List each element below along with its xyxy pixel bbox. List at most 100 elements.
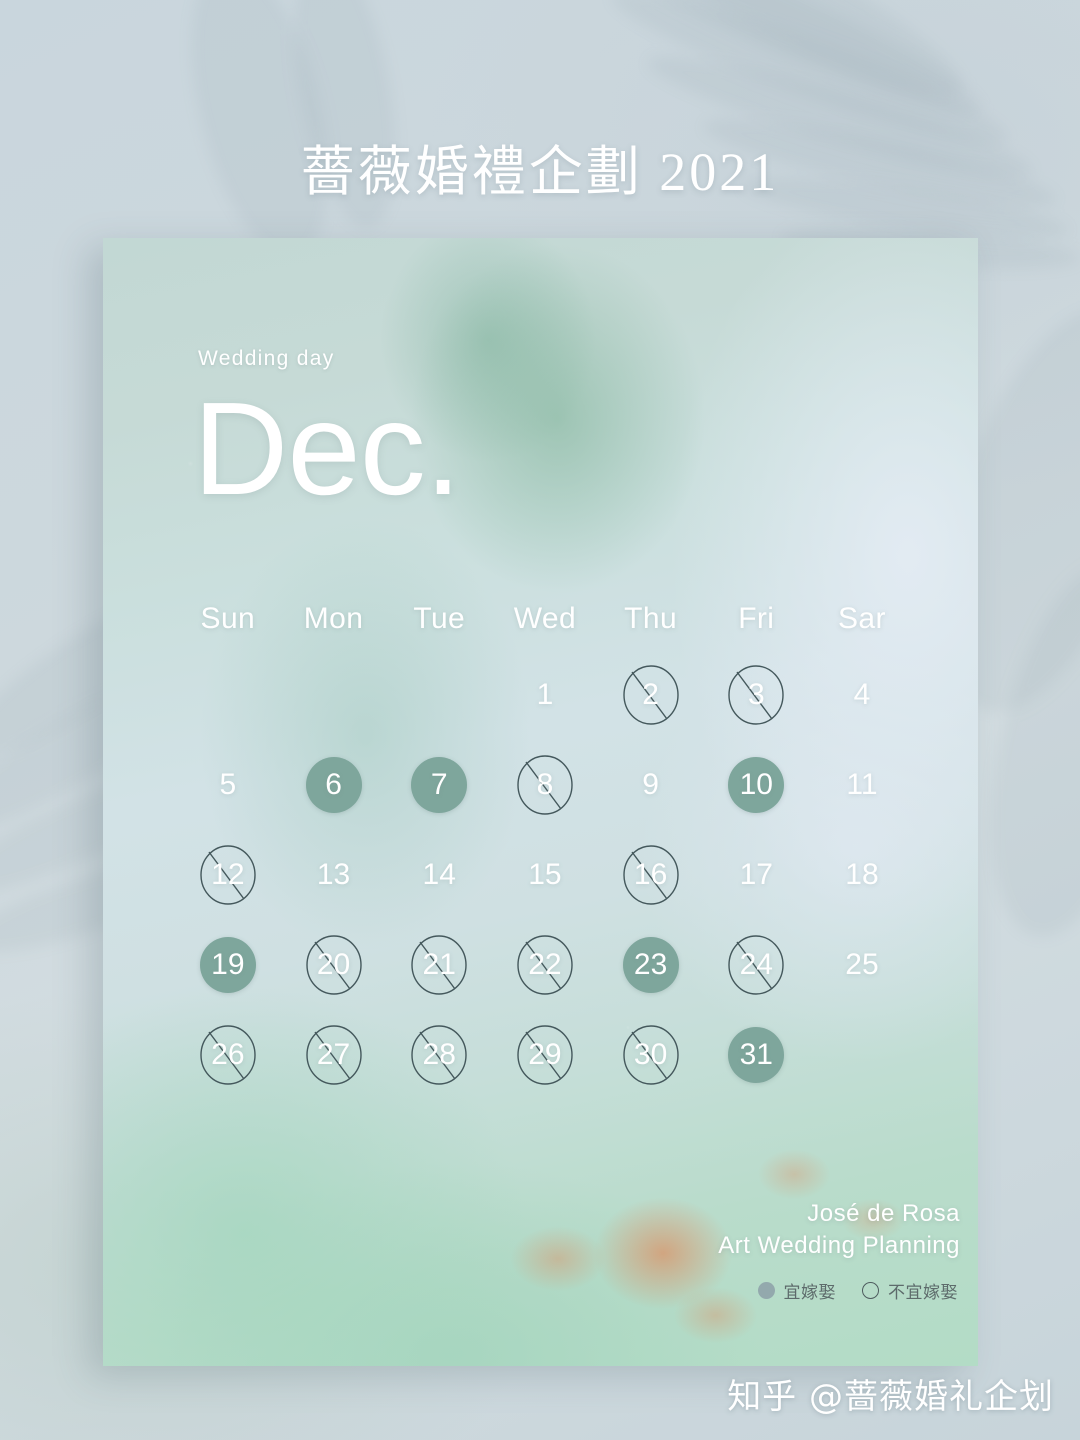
- weekday-label: Sar: [838, 602, 886, 635]
- calendar-day-inauspicious[interactable]: 26: [200, 1025, 256, 1085]
- calendar-day[interactable]: 25: [834, 937, 890, 993]
- calendar-week-row: 19 20 21 22 23 24 25: [175, 920, 915, 1010]
- calendar-day-inauspicious[interactable]: 8: [517, 755, 573, 815]
- calendar-cell: 17: [703, 830, 809, 920]
- calendar-day-inauspicious[interactable]: 22: [517, 935, 573, 995]
- calendar-day-number: 21: [422, 948, 456, 981]
- calendar-day[interactable]: 13: [306, 847, 362, 903]
- calendar-cell: 6: [281, 740, 387, 830]
- calendar-cell: 2: [598, 650, 704, 740]
- legend-item-auspicious: 宜嫁娶: [757, 1278, 837, 1303]
- legend: 宜嫁娶 不宜嫁娶: [757, 1278, 959, 1303]
- calendar-day[interactable]: 17: [728, 847, 784, 903]
- filled-circle-icon: [757, 1282, 775, 1299]
- calendar-date-rows: 1 2 3 4 5 6 7 8 9 10 11 12 13 14 15 16 17 18 19 20 21 22 23 24 2…: [175, 650, 915, 1100]
- calendar-day-inauspicious[interactable]: 24: [728, 935, 784, 995]
- calendar-day-inauspicious[interactable]: 21: [411, 935, 467, 995]
- calendar-cell: 24: [703, 920, 809, 1010]
- calendar-cell: 20: [281, 920, 387, 1010]
- calendar-day-inauspicious[interactable]: 29: [517, 1025, 573, 1085]
- weekday-cell-tue: Tue: [386, 588, 492, 650]
- calendar-cell: [809, 1010, 915, 1100]
- calendar-day-inauspicious[interactable]: 28: [411, 1025, 467, 1085]
- calendar-day[interactable]: 15: [517, 847, 573, 903]
- calendar-day-number: 12: [211, 858, 245, 891]
- weekday-label: Fri: [738, 602, 775, 635]
- calendar-cell: 13: [281, 830, 387, 920]
- weekday-label: Wed: [513, 602, 577, 635]
- calendar-cell: 18: [809, 830, 915, 920]
- calendar-day-number: 7: [430, 768, 448, 801]
- calendar-day-inauspicious[interactable]: 16: [622, 845, 679, 905]
- calendar-cell: 5: [175, 740, 281, 830]
- calendar-day-inauspicious[interactable]: 20: [305, 935, 362, 995]
- calendar-cell: 11: [809, 740, 915, 830]
- calendar-day-auspicious[interactable]: 31: [728, 1027, 785, 1083]
- signature-line-1: José de Rosa: [807, 1200, 960, 1227]
- calendar-day-auspicious[interactable]: 23: [622, 937, 679, 993]
- calendar-day-auspicious[interactable]: 19: [199, 937, 256, 993]
- calendar-day-auspicious[interactable]: 10: [728, 757, 785, 813]
- calendar-day-inauspicious[interactable]: 27: [305, 1025, 362, 1085]
- calendar-day-number: 16: [633, 858, 668, 891]
- calendar-cell: 27: [281, 1010, 387, 1100]
- calendar-cell: [386, 650, 492, 740]
- weekday-label: Thu: [624, 602, 678, 635]
- calendar-cell: 28: [386, 1010, 492, 1100]
- calendar-day-auspicious[interactable]: 7: [411, 757, 468, 813]
- calendar-day[interactable]: 9: [623, 757, 679, 813]
- calendar-day-number: 14: [422, 858, 456, 891]
- calendar-day-number: 30: [633, 1038, 668, 1071]
- legend-label-auspicious: 宜嫁娶: [783, 1283, 836, 1302]
- calendar-day-number: 11: [846, 768, 878, 801]
- calendar-day-number: 19: [211, 948, 245, 981]
- calendar-day-inauspicious[interactable]: 12: [200, 845, 256, 905]
- calendar-day-number: 27: [316, 1038, 351, 1071]
- calendar-day[interactable]: 11: [834, 757, 890, 813]
- calendar-day-number: 13: [316, 858, 351, 891]
- calendar-cell: 4: [809, 650, 915, 740]
- calendar-day[interactable]: 14: [411, 847, 467, 903]
- calendar-day-number: 8: [536, 768, 554, 801]
- calendar-day-inauspicious[interactable]: 3: [728, 665, 784, 725]
- calendar-week-row: 1 2 3 4: [175, 650, 915, 740]
- calendar-day[interactable]: 4: [834, 667, 890, 723]
- calendar-day-number: 20: [316, 948, 351, 981]
- calendar-day[interactable]: 18: [834, 847, 890, 903]
- calendar-cell: [175, 650, 281, 740]
- calendar-day-inauspicious[interactable]: 2: [622, 665, 679, 725]
- calendar-cell: 25: [809, 920, 915, 1010]
- calendar-cell: 30: [598, 1010, 704, 1100]
- calendar-cell: 15: [492, 830, 598, 920]
- calendar-cell: 1: [492, 650, 598, 740]
- calendar-cell: 10: [703, 740, 809, 830]
- weekday-label: Mon: [303, 602, 364, 635]
- calendar-day-inauspicious[interactable]: 30: [622, 1025, 679, 1085]
- weekday-cell-sun: Sun: [175, 588, 281, 650]
- calendar-day-number: 29: [528, 1038, 562, 1071]
- calendar-day-number: 5: [219, 768, 237, 801]
- weekday-cell-sat: Sar: [809, 588, 915, 650]
- calendar-day-auspicious[interactable]: 6: [305, 757, 362, 813]
- calendar-day-number: 6: [325, 768, 342, 801]
- calendar-cell: 23: [598, 920, 704, 1010]
- weekday-cell-thu: Thu: [598, 588, 704, 650]
- calendar-day[interactable]: 5: [200, 757, 256, 813]
- calendar-cell: 3: [703, 650, 809, 740]
- calendar-day-number: 25: [845, 948, 879, 981]
- calendar-day-number: 31: [739, 1038, 773, 1071]
- calendar-cell: 19: [175, 920, 281, 1010]
- calendar-cell: 7: [386, 740, 492, 830]
- calendar-cell: 9: [598, 740, 704, 830]
- legend-item-inauspicious: 不宜嫁娶: [862, 1278, 958, 1303]
- calendar-week-row: 5 6 7 8 9 10 11: [175, 740, 915, 830]
- weekday-header-row: Sun Mon Tue Wed Thu Fri Sar: [175, 588, 915, 650]
- weekday-label: Sun: [200, 602, 256, 635]
- calendar-week-row: 26 27 28 29 30 31: [175, 1010, 915, 1100]
- calendar-cell: 22: [492, 920, 598, 1010]
- calendar-cell: 16: [598, 830, 704, 920]
- calendar-day[interactable]: 1: [517, 667, 573, 723]
- month-title: Dec.: [193, 375, 461, 522]
- calendar-day-number: 2: [642, 678, 659, 711]
- studio-signature: José de Rosa Art Wedding Planning: [560, 1198, 960, 1263]
